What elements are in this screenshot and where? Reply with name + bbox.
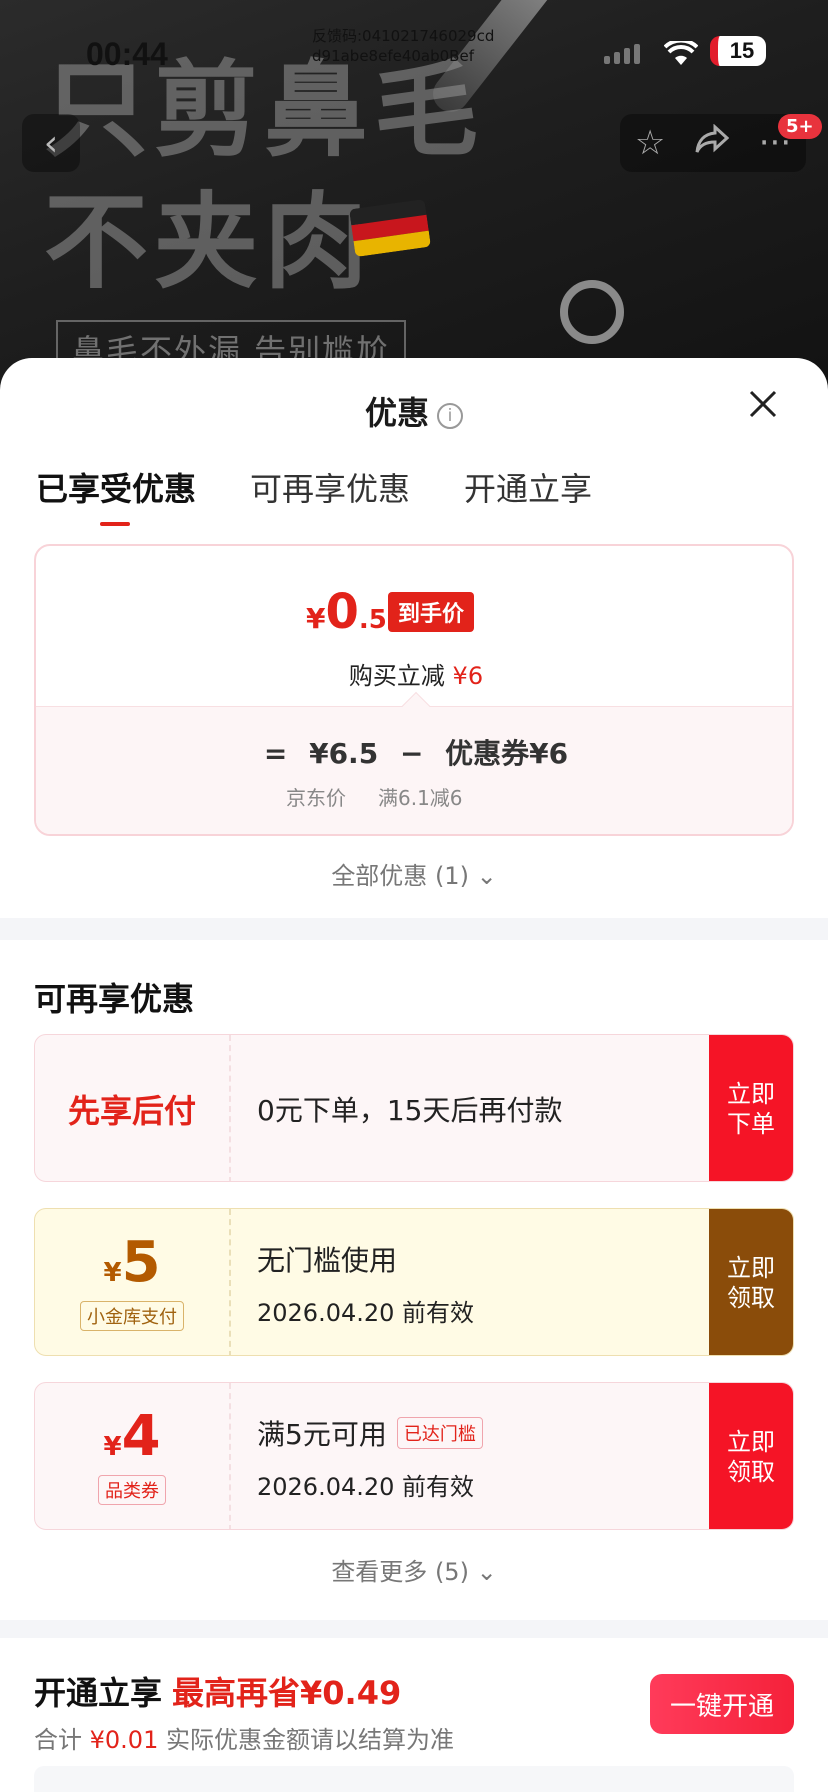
claim-button[interactable]: 立即 领取 [709,1209,793,1355]
claim-label: 立即 领取 [727,1428,775,1486]
jd-price-label: 京东价 [286,786,346,810]
coupon-type-tag: 品类券 [98,1475,166,1505]
share-icon[interactable] [695,123,730,163]
coupon-value: 5 [121,1230,161,1295]
total-label: 合计 [34,1726,82,1754]
product-image: 只剪鼻毛 不夹肉 鼻毛不外漏 告别尴尬 00:44 反馈码:0410217460… [0,0,828,400]
threshold-reached-badge: 已达门槛 [396,1416,483,1449]
tab-open-enjoy[interactable]: 开通立享 [464,464,592,510]
final-price-integer: 0 [325,584,359,640]
open-title-text: 开通立享 [34,1674,163,1712]
wifi-icon [663,38,699,75]
formula-coupon: 优惠券¥6 [445,737,569,770]
coupon-info: 无门槛使用 2026.04.20 前有效 [257,1209,475,1355]
claim-label: 立即 领取 [727,1254,775,1312]
coupon-row: ¥4 品类券 满5元可用 已达门槛 2026.04.20 前有效 立即 领取 [34,1382,794,1530]
feedback-code: 反馈码:041021746029cd d91abe8efe40ab0Bef [312,27,495,65]
coupon-currency: ¥ [103,1258,122,1288]
coupon-currency: ¥ [103,1432,122,1462]
coupon-expiry: 2026.04.20 前有效 [257,1472,475,1501]
instant-cut-value: ¥6 [452,662,484,690]
settlement-note: 实际优惠金额请以结算为准 [166,1726,454,1754]
coupon-row: ¥5 小金库支付 无门槛使用 2026.04.20 前有效 立即 领取 [34,1208,794,1356]
all-discounts-label: 全部优惠 (1) [331,862,469,890]
all-discounts-toggle[interactable]: 全部优惠 (1) ⌄ [0,856,828,891]
total-amount: ¥0.01 [89,1726,159,1754]
pay-later-row: 先享后付 0元下单，15天后再付款 立即 下单 [34,1034,794,1182]
see-more-toggle[interactable]: 查看更多 (5) ⌄ [0,1552,828,1587]
tab-more-available[interactable]: 可再享优惠 [250,464,410,510]
open-enjoy-summary: 合计 ¥0.01 实际优惠金额请以结算为准 [34,1720,454,1755]
close-button[interactable] [748,386,778,426]
signal-icon [604,44,640,64]
coupon-main-text: 0元下单，15天后再付款 [257,1094,563,1127]
final-price: ¥0.5 [306,584,387,640]
sheet-header: 优惠 i [0,388,828,434]
open-enjoy-title: 开通立享 最高再省¥0.49 [34,1668,401,1714]
coupon-amount: ¥5 [103,1235,160,1291]
more-discounts-title: 可再享优惠 [34,980,195,1018]
coupon-amount: ¥4 [103,1409,160,1465]
coupon-info: 满5元可用 已达门槛 2026.04.20 前有效 [257,1383,483,1529]
claim-button[interactable]: 立即 领取 [709,1383,793,1529]
section-divider [0,1620,828,1638]
coupon-main-line: 满5元可用 已达门槛 [257,1413,483,1453]
chevron-down-icon: ⌄ [476,862,497,890]
open-max-save: 最高再省¥0.49 [172,1674,402,1712]
coupon-left: ¥5 小金库支付 [35,1209,231,1355]
back-icon: ‹ [43,122,59,164]
bottom-card [34,1766,794,1792]
final-price-card: ¥0.5 到手价 购买立减 ¥6 = ¥6.5 − 优惠券¥6 京东价 满6.1… [34,544,794,836]
germany-flag-icon [349,198,431,258]
coupon-info: 0元下单，15天后再付款 [257,1035,563,1181]
coupon-condition-label: 满6.1减6 [378,786,463,810]
star-icon[interactable]: ☆ [635,123,665,163]
back-button[interactable]: ‹ [22,114,80,172]
tab-enjoyed[interactable]: 已享受优惠 [36,464,196,526]
order-now-button[interactable]: 立即 下单 [709,1035,793,1181]
see-more-label: 查看更多 (5) [331,1558,469,1586]
coupon-main-text: 无门槛使用 [257,1243,398,1277]
one-click-open-button[interactable]: 一键开通 [650,1674,794,1734]
battery-indicator: 15 [710,36,766,66]
formula-minus: − [399,737,424,770]
coupon-value: 4 [121,1404,161,1469]
pay-later-label: 先享后付 [67,1092,196,1130]
instant-cut: 购买立减 ¥6 [36,656,792,691]
status-time: 00:44 [86,36,168,72]
final-price-decimal: .5 [358,605,387,635]
formula-jd-price: ¥6.5 [309,737,379,770]
hero-headline-2: 不夹肉 [44,181,375,303]
coupon-left: ¥4 品类券 [35,1383,231,1529]
coupon-left: 先享后付 [35,1035,231,1181]
info-icon[interactable]: i [437,403,463,429]
final-price-currency: ¥ [306,602,326,635]
sheet-title: 优惠 [364,394,429,432]
chevron-down-icon: ⌄ [476,1558,497,1586]
discount-sheet: 优惠 i 已享受优惠 可再享优惠 开通立享 ¥0.5 到手价 购买立减 ¥6 = … [0,358,828,1792]
coupon-type-tag: 小金库支付 [80,1301,184,1331]
section-divider [0,918,828,940]
formula-equals: = [263,737,288,770]
price-formula: = ¥6.5 − 优惠券¥6 [36,732,792,772]
coupon-expiry: 2026.04.20 前有效 [257,1298,475,1327]
final-price-tag: 到手价 [388,592,475,632]
scissors-ring-image [560,280,624,344]
order-now-label: 立即 下单 [727,1080,775,1138]
hero-headline-1: 只剪鼻毛 [44,49,485,171]
discount-tabs: 已享受优惠 可再享优惠 开通立享 [36,464,592,526]
close-icon [749,390,777,418]
instant-cut-label: 购买立减 [348,662,445,690]
coupon-main-text: 满5元可用 [257,1417,387,1451]
cart-count-badge: 5+ [778,114,822,139]
